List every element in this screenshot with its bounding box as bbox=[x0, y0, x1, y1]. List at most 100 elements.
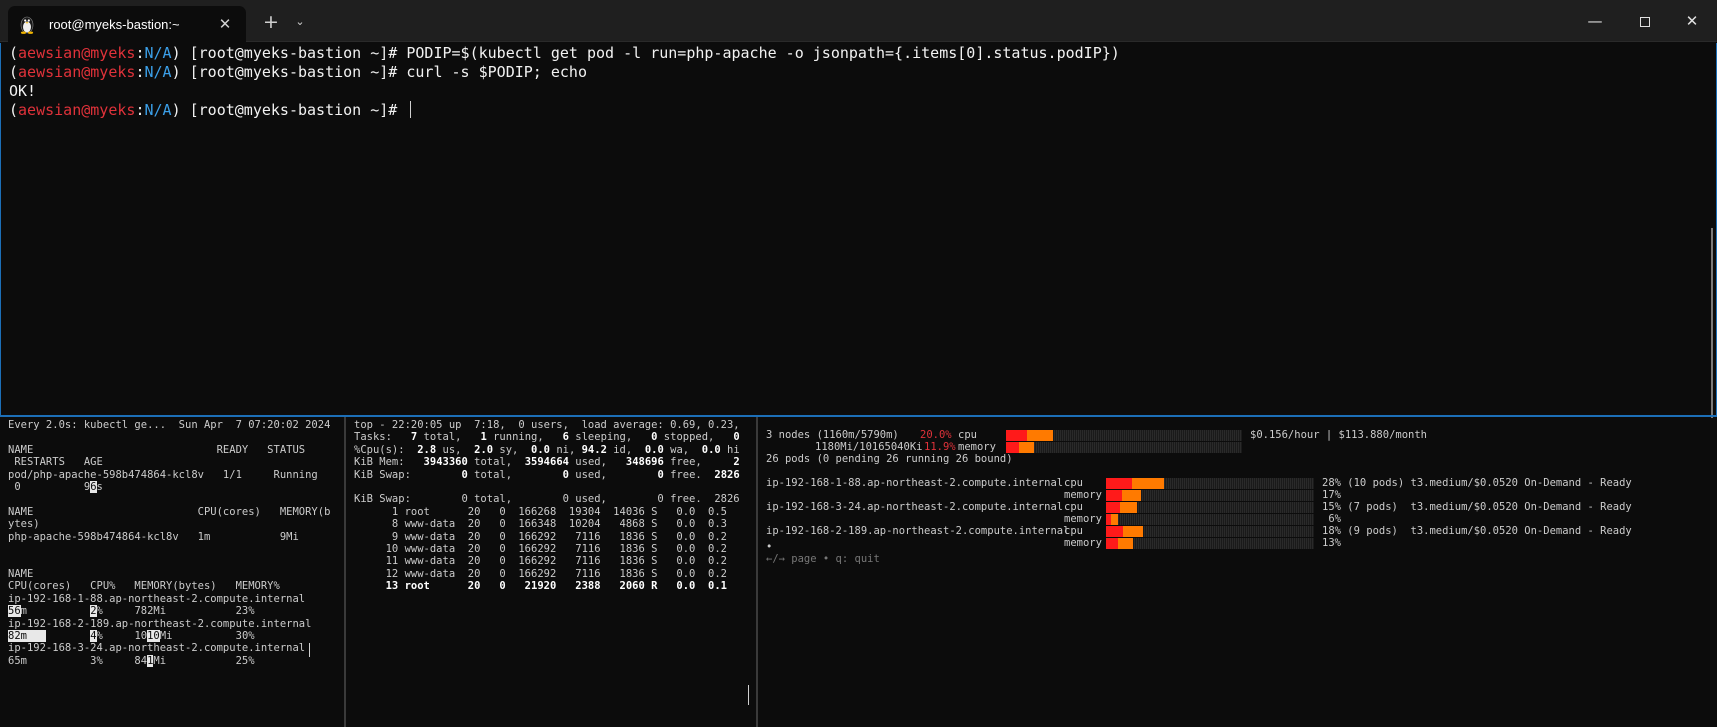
watch-text: % 10 bbox=[96, 629, 148, 642]
top-text: total, bbox=[417, 431, 481, 444]
node-cpu-label: cpu bbox=[1064, 525, 1083, 537]
top-value: 2 bbox=[733, 456, 740, 469]
text-cursor bbox=[748, 685, 749, 705]
new-tab-button[interactable]: + bbox=[258, 9, 284, 35]
text-cursor bbox=[309, 643, 310, 657]
watch-line: RESTARTS AGE bbox=[8, 456, 330, 468]
top-line: 8 www-data 20 0 166348 10204 4868 S 0.0 … bbox=[354, 518, 740, 530]
top-value: 0.0 bbox=[531, 443, 550, 456]
page-indicator-dot: • bbox=[766, 541, 773, 553]
node-memory-text: 6% bbox=[1322, 513, 1341, 525]
tab-close-button[interactable]: ✕ bbox=[214, 13, 236, 35]
prompt-context: N/A bbox=[144, 63, 172, 81]
prompt-paren: ) bbox=[171, 44, 181, 62]
watch-text: % 782Mi 23% bbox=[96, 605, 255, 618]
changed-value: 82m bbox=[8, 629, 46, 642]
top-text: used, bbox=[568, 468, 658, 481]
top-value: 348696 bbox=[625, 456, 664, 469]
node-cpu-bar-fill-high bbox=[1106, 502, 1120, 513]
top-text: total, bbox=[467, 456, 525, 469]
node-cpu-bar-fill bbox=[1120, 502, 1137, 513]
linux-penguin-icon bbox=[20, 16, 34, 34]
watch-text: Mi 25% bbox=[153, 654, 255, 667]
watch-line: NAME READY STATUS bbox=[8, 444, 330, 456]
minimize-button[interactable]: — bbox=[1570, 0, 1620, 42]
scrollbar[interactable] bbox=[1711, 228, 1713, 418]
terminal-pane-watch[interactable]: Every 2.0s: kubectl ge... Sun Apr 7 07:2… bbox=[0, 417, 344, 727]
top-text: 11 www-data 20 0 166292 7116 1836 S 0.0 … bbox=[354, 555, 727, 568]
node-cpu-text: 18% (9 pods) t3.medium/$0.0520 On-Demand… bbox=[1322, 525, 1632, 537]
close-window-button[interactable]: ✕ bbox=[1667, 0, 1717, 42]
watch-text: RESTARTS AGE bbox=[8, 456, 103, 469]
watch-line bbox=[8, 493, 330, 505]
watch-text: 65m 3% 84 bbox=[8, 654, 148, 667]
watch-line: ip-192-168-3-24.ap-northeast-2.compute.i… bbox=[8, 642, 330, 654]
watch-line bbox=[8, 431, 330, 443]
top-text: 9 www-data 20 0 166292 7116 1836 S 0.0 0… bbox=[354, 530, 727, 543]
cluster-memory-bar-track bbox=[1006, 442, 1242, 453]
top-value: 0.0 bbox=[644, 443, 664, 456]
terminal-pane-top[interactable]: top - 22:20:05 up 7:18, 0 users, load av… bbox=[346, 417, 756, 727]
cluster-nodes-summary: 3 nodes (1160m/5790m) bbox=[766, 429, 899, 441]
pods-summary: 26 pods (0 pending 26 running 26 bound) bbox=[766, 453, 1013, 465]
terminal-pane-shell[interactable]: (aewsian@myeks:N/A) [root@myeks-bastion … bbox=[0, 43, 1717, 415]
watch-line: NAME CPU(cores) MEMORY(b bbox=[8, 506, 330, 518]
top-line: 9 www-data 20 0 166292 7116 1836 S 0.0 0… bbox=[354, 531, 740, 543]
shell-line: OK! bbox=[9, 82, 1120, 101]
watch-line: 82m 4% 1010Mi 30% bbox=[8, 629, 330, 642]
top-text: total, bbox=[467, 468, 563, 481]
node-cpu-bar-track bbox=[1106, 502, 1314, 513]
node-cpu-label: cpu bbox=[1064, 501, 1083, 513]
watch-line: php-apache-598b474864-kcl8v 1m 9Mi bbox=[8, 531, 330, 543]
cluster-cpu-bar-fill bbox=[1027, 430, 1053, 441]
top-text: stopped, bbox=[657, 431, 734, 444]
cluster-cpu-label: cpu bbox=[958, 429, 977, 441]
command-text: curl -s $PODIP; echo bbox=[406, 63, 587, 81]
top-text: running, bbox=[486, 431, 563, 444]
node-memory-bar-track bbox=[1106, 538, 1314, 549]
top-text: %Cpu(s): bbox=[354, 443, 418, 456]
watch-text: pod/php-apache-598b474864-kcl8v 1/1 Runn… bbox=[8, 468, 318, 481]
top-line: KiB Mem: 3943360 total, 3594664 used, 34… bbox=[354, 456, 740, 468]
watch-line: ip-192-168-1-88.ap-northeast-2.compute.i… bbox=[8, 593, 330, 605]
watch-line: Every 2.0s: kubectl ge... Sun Apr 7 07:2… bbox=[8, 419, 330, 431]
watch-text: ip-192-168-2-189.ap-northeast-2.compute.… bbox=[8, 617, 312, 630]
watch-text: CPU(cores) CPU% MEMORY(bytes) MEMORY% bbox=[8, 580, 280, 593]
top-text: id, bbox=[606, 443, 645, 456]
watch-text: ip-192-168-3-24.ap-northeast-2.compute.i… bbox=[8, 642, 306, 655]
top-line: 12 www-data 20 0 166292 7116 1836 S 0.0 … bbox=[354, 568, 740, 580]
top-text: wa, bbox=[663, 443, 702, 456]
node-name: ip-192-168-3-24.ap-northeast-2.compute.i… bbox=[766, 501, 1064, 513]
top-line: %Cpu(s): 2.8 us, 2.0 sy, 0.0 ni, 94.2 id… bbox=[354, 444, 740, 456]
prompt-paren: ) bbox=[171, 101, 181, 119]
prompt-user: aewsian@myeks bbox=[18, 101, 136, 119]
top-line: 10 www-data 20 0 166292 7116 1836 S 0.0 … bbox=[354, 543, 740, 555]
node-cpu-text: 28% (10 pods) t3.medium/$0.0520 On-Deman… bbox=[1322, 477, 1632, 489]
node-memory-bar-fill bbox=[1111, 514, 1118, 525]
prompt-paren: ) bbox=[171, 63, 181, 81]
watch-line: 56m 2% 782Mi 23% bbox=[8, 605, 330, 618]
top-text: KiB Mem: bbox=[354, 456, 424, 469]
top-text: us, bbox=[436, 443, 475, 456]
tab-title: root@myeks-bastion:~ bbox=[49, 16, 180, 32]
top-value: 0.0 bbox=[701, 443, 721, 456]
command-text: PODIP=$(kubectl get pod -l run=php-apach… bbox=[406, 44, 1120, 62]
top-value: 94.2 bbox=[581, 443, 607, 456]
top-line: Tasks: 7 total, 1 running, 6 sleeping, 0… bbox=[354, 431, 740, 443]
top-value: 13 root 20 0 21920 2388 2060 R 0.0 0.1 bbox=[385, 580, 727, 593]
node-cpu-bar-fill bbox=[1123, 526, 1143, 537]
terminal-pane-capacity[interactable]: 3 nodes (1160m/5790m) 20.0% cpu 1180Mi/1… bbox=[758, 417, 1717, 727]
top-value: 2.0 bbox=[474, 443, 494, 456]
watch-line: 0 96s bbox=[8, 481, 330, 494]
title-bar: root@myeks-bastion:~ ✕ + ⌄ — ✕ bbox=[0, 0, 1717, 42]
watch-text: ytes) bbox=[8, 518, 40, 531]
top-value: 2826 bbox=[714, 468, 740, 481]
top-text: sy, bbox=[493, 443, 532, 456]
help-text: ←/→ page • q: quit bbox=[766, 553, 880, 565]
terminal-tab[interactable]: root@myeks-bastion:~ ✕ bbox=[8, 6, 246, 42]
watch-text: NAME READY STATUS bbox=[8, 443, 306, 456]
maximize-button[interactable] bbox=[1620, 0, 1670, 42]
cluster-cpu-percent: 20.0% bbox=[920, 429, 952, 441]
tab-dropdown-button[interactable]: ⌄ bbox=[288, 9, 312, 35]
top-line: KiB Swap: 0 total, 0 used, 0 free. 2826 bbox=[354, 493, 740, 505]
